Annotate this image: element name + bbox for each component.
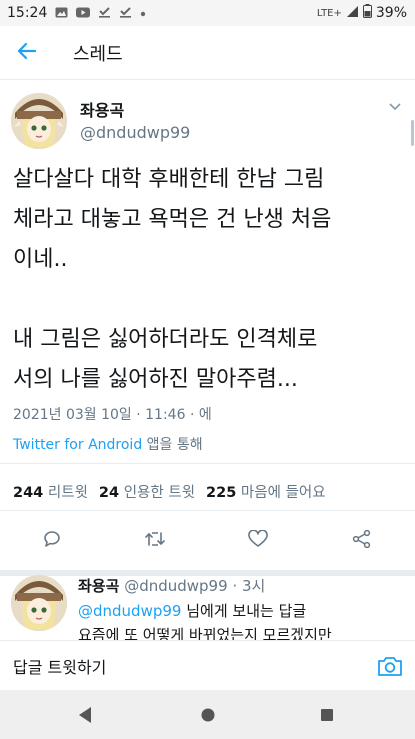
reply-avatar[interactable] — [11, 575, 67, 631]
author-handle[interactable]: @dndudwp99 — [80, 123, 190, 142]
status-bar: 15:24 LTE+ 39% — [0, 0, 415, 26]
youtube-icon — [76, 7, 91, 20]
camera-icon[interactable] — [377, 654, 403, 678]
quotes-label: 인용한 트윗 — [123, 485, 196, 501]
nav-recents-icon[interactable] — [316, 704, 338, 726]
more-notifications-dot-icon — [140, 8, 146, 19]
back-button[interactable] — [0, 26, 54, 79]
divider — [0, 463, 415, 464]
app-header: 스레드 — [0, 26, 415, 80]
likes-label: 마음에 들어요 — [240, 485, 326, 501]
tweet-actions — [0, 523, 415, 559]
likes-stat[interactable]: 225 마음에 들어요 — [206, 481, 326, 502]
image-icon — [55, 7, 68, 20]
battery-icon — [362, 4, 372, 22]
reply-author-handle: @dndudwp99 — [124, 577, 228, 595]
tweet-text: 살다살다 대학 후배한테 한남 그림 체라고 대놓고 욕먹은 건 난생 처음 이… — [13, 167, 332, 392]
system-nav-bar — [0, 690, 415, 739]
download-done-icon — [98, 6, 111, 20]
author-name[interactable]: 좌용곡 — [80, 97, 124, 121]
network-type: LTE+ — [316, 7, 342, 19]
avatar[interactable] — [11, 93, 67, 149]
status-time: 15:24 — [7, 5, 48, 21]
download-done-icon-2 — [119, 6, 132, 20]
reply-button[interactable] — [34, 523, 70, 559]
retweet-button[interactable] — [137, 523, 173, 559]
chevron-down-icon[interactable] — [389, 100, 401, 114]
compose-placeholder[interactable]: 답글 트윗하기 — [13, 654, 106, 678]
replying-to-suffix: 님에게 보내는 답글 — [181, 602, 307, 620]
source-suffix: 앱을 통해 — [142, 437, 203, 453]
nav-home-icon[interactable] — [197, 704, 219, 726]
scroll-indicator — [411, 120, 414, 146]
share-button[interactable] — [344, 523, 380, 559]
replying-to: @dndudwp99 님에게 보내는 답글 — [78, 600, 306, 621]
likes-count: 225 — [206, 485, 237, 501]
reply-author-name: 좌용곡 — [78, 577, 120, 595]
source-app-link[interactable]: Twitter for Android — [13, 437, 142, 453]
battery-percent: 39% — [375, 5, 407, 21]
heart-icon — [248, 529, 268, 552]
retweets-count: 244 — [13, 485, 44, 501]
retweets-label: 리트윗 — [47, 485, 88, 501]
reply-icon — [42, 529, 62, 553]
nav-back-icon[interactable] — [75, 704, 97, 726]
tweet-source: Twitter for Android 앱을 통해 — [13, 434, 203, 454]
quotes-stat[interactable]: 24 인용한 트윗 — [99, 481, 195, 502]
reply-time: · 3시 — [232, 577, 266, 595]
retweet-icon — [144, 530, 166, 552]
share-icon — [352, 529, 372, 553]
reply-compose-bar[interactable]: 답글 트윗하기 — [0, 640, 415, 691]
engagement-counts: 244 리트윗 24 인용한 트윗 225 마음에 들어요 — [13, 481, 337, 502]
back-arrow-icon — [17, 42, 37, 64]
page-title: 스레드 — [73, 43, 123, 65]
tweet-timestamp: 2021년 03월 10일 · 11:46 · 에 — [13, 407, 212, 423]
mention-link[interactable]: @dndudwp99 — [78, 602, 181, 620]
reply-header[interactable]: 좌용곡 @dndudwp99 · 3시 — [78, 575, 265, 596]
signal-icon — [346, 5, 359, 22]
quotes-count: 24 — [98, 485, 120, 501]
retweets-stat[interactable]: 244 리트윗 — [13, 481, 88, 502]
like-button[interactable] — [240, 523, 276, 559]
divider — [0, 510, 415, 511]
